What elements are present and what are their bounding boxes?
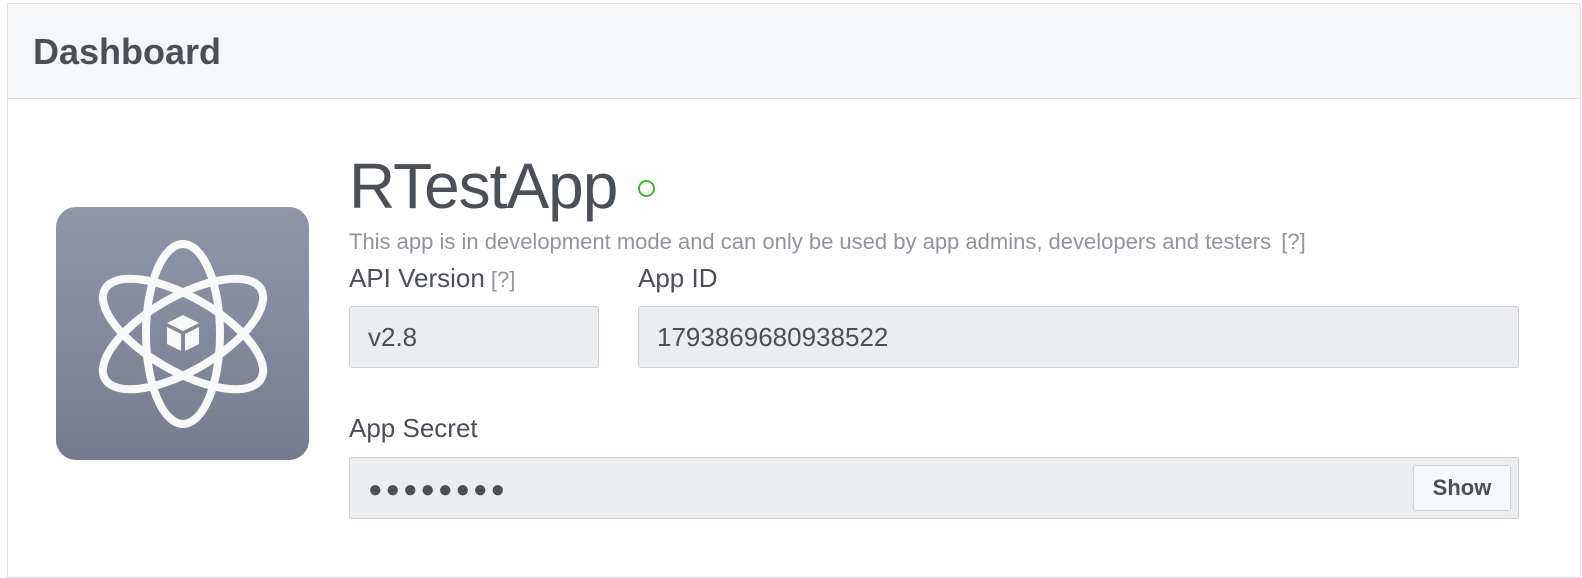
development-mode-notice: This app is in development mode and can … xyxy=(349,229,1306,255)
app-id-field[interactable]: 1793869680938522 xyxy=(638,306,1519,368)
app-secret-masked-value: ●●●●●●●● xyxy=(368,476,508,503)
api-version-field[interactable]: v2.8 xyxy=(349,306,599,368)
api-version-label: API Version [?] xyxy=(349,263,515,295)
status-indicator-icon xyxy=(638,180,655,197)
show-secret-button[interactable]: Show xyxy=(1413,465,1511,511)
app-name: RTestApp xyxy=(349,150,618,222)
app-secret-field[interactable]: ●●●●●●●● Show xyxy=(349,457,1519,519)
atom-icon xyxy=(56,207,309,460)
panel-header: Dashboard xyxy=(8,4,1580,99)
api-version-label-text: API Version xyxy=(349,263,485,293)
page-title: Dashboard xyxy=(33,31,222,72)
development-mode-text: This app is in development mode and can … xyxy=(349,229,1272,254)
api-version-help-link[interactable]: [?] xyxy=(491,267,515,292)
app-secret-label: App Secret xyxy=(349,413,478,443)
development-mode-help-link[interactable]: [?] xyxy=(1281,229,1305,254)
app-id-label: App ID xyxy=(638,263,718,293)
